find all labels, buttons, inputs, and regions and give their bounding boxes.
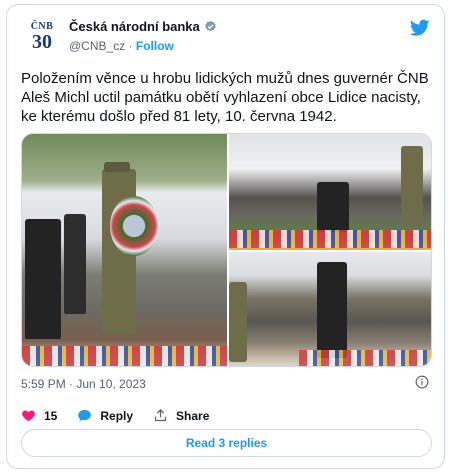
flowers [299, 350, 431, 366]
author-handle-row: @CNB_cz · Follow [69, 39, 174, 53]
tweet-timestamp[interactable]: 5:59 PM · Jun 10, 2023 [21, 377, 146, 391]
action-bar: 15 Reply Share [21, 408, 229, 423]
kneeling-figure [317, 182, 349, 232]
tweet-text: Položením věnce u hrobu lidických mužů d… [21, 70, 429, 125]
info-icon[interactable] [415, 375, 429, 389]
like-button[interactable]: 15 [21, 408, 57, 423]
governor-figure [25, 219, 61, 339]
likes-count: 15 [44, 408, 58, 423]
author-name-row[interactable]: Česká národní banka [69, 19, 217, 34]
read-replies-button[interactable]: Read 3 replies [21, 429, 432, 457]
photo-kneeling[interactable] [229, 134, 431, 250]
share-button[interactable]: Share [153, 408, 209, 423]
flowers [22, 346, 227, 366]
author-name[interactable]: Česká národní banka [69, 19, 200, 34]
person-figure [64, 214, 86, 314]
photo-standing[interactable] [229, 252, 431, 366]
twitter-bird-icon[interactable] [410, 19, 430, 37]
reply-button[interactable]: Reply [77, 408, 133, 423]
share-label: Share [176, 408, 210, 423]
separator: · [128, 39, 133, 53]
heart-icon [22, 410, 35, 422]
share-icon [154, 408, 167, 422]
soldier-cap [104, 162, 130, 172]
verified-badge-icon [205, 20, 216, 32]
avatar[interactable]: ČNB 30 [22, 17, 62, 57]
follow-button[interactable]: Follow [136, 39, 174, 53]
tweet-card[interactable]: ČNB 30 Česká národní banka @CNB_cz · Fol… [6, 4, 445, 469]
guard-figure [229, 282, 247, 362]
flowers [229, 230, 431, 248]
avatar-line2: 30 [32, 31, 52, 53]
guard-figure [401, 146, 423, 226]
author-handle[interactable]: @CNB_cz [69, 39, 125, 53]
wreath [110, 196, 158, 256]
photo-grid[interactable] [21, 133, 432, 367]
photo-wreath-laying[interactable] [22, 134, 227, 366]
reply-bubble-icon [78, 409, 92, 422]
reply-label: Reply [100, 408, 134, 423]
standing-figure [317, 262, 347, 358]
